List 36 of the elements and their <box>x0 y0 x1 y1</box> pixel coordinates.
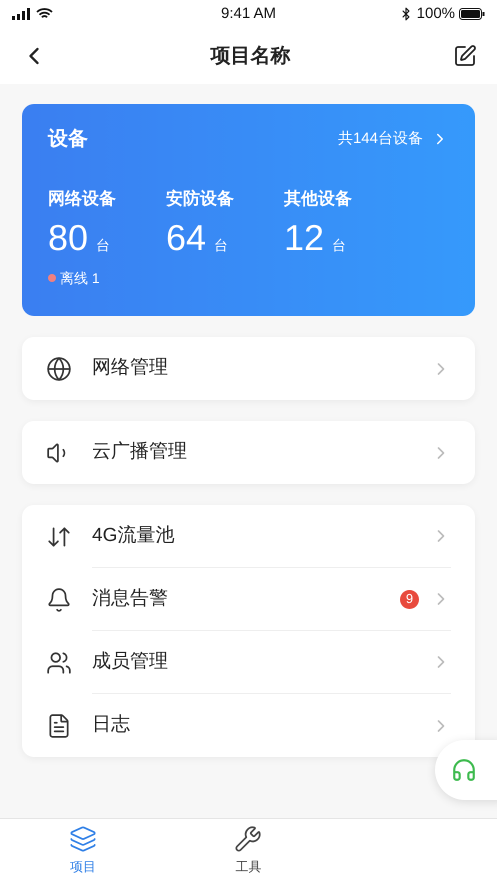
stat-unit: 台 <box>214 236 228 254</box>
stat-value: 64 <box>166 220 206 256</box>
wifi-icon <box>36 8 53 20</box>
tab[interactable]: 工具 <box>166 819 332 883</box>
layers-icon <box>68 825 97 854</box>
stat-label: 网络设备 <box>48 188 117 210</box>
users-icon <box>46 650 72 676</box>
menu-item-label: 消息告警 <box>92 586 169 611</box>
support-button[interactable] <box>435 740 497 800</box>
menu-item-label: 成员管理 <box>92 650 169 674</box>
status-time: 9:41 AM <box>220 4 278 24</box>
stat-label: 安防设备 <box>166 188 235 210</box>
battery-percent: 100% <box>416 4 456 24</box>
headset-icon <box>451 757 477 783</box>
devices-card[interactable]: 设备 共144台设备 网络设备 80 台 离线 1 安防设备 64 台 其他设备 12 台 <box>22 104 475 316</box>
wrench-icon <box>234 825 262 854</box>
stat-value: 80 <box>48 220 88 256</box>
globe-icon <box>46 356 72 382</box>
tab[interactable]: 项目 <box>0 819 166 883</box>
battery-icon <box>459 8 486 20</box>
stat-unit: 台 <box>332 236 346 254</box>
page-title: 项目名称 <box>209 44 292 69</box>
offline-count: 离线 1 <box>60 268 100 288</box>
stat-value: 12 <box>284 220 324 256</box>
card-title: 设备 <box>48 127 89 152</box>
signal-icon <box>12 8 32 20</box>
total-devices-link[interactable]: 共144台设备 <box>338 128 423 150</box>
menu-item-label: 云广播管理 <box>92 440 188 464</box>
menu-item-label: 网络管理 <box>92 356 169 380</box>
menu-item-label: 4G流量池 <box>92 524 176 548</box>
stat-unit: 台 <box>96 236 110 254</box>
stat-label: 其他设备 <box>284 188 353 210</box>
edit-icon[interactable] <box>453 44 477 68</box>
notification-count: 9 <box>400 590 419 608</box>
bell-icon <box>46 586 72 612</box>
menu-item-label: 日志 <box>92 713 131 738</box>
